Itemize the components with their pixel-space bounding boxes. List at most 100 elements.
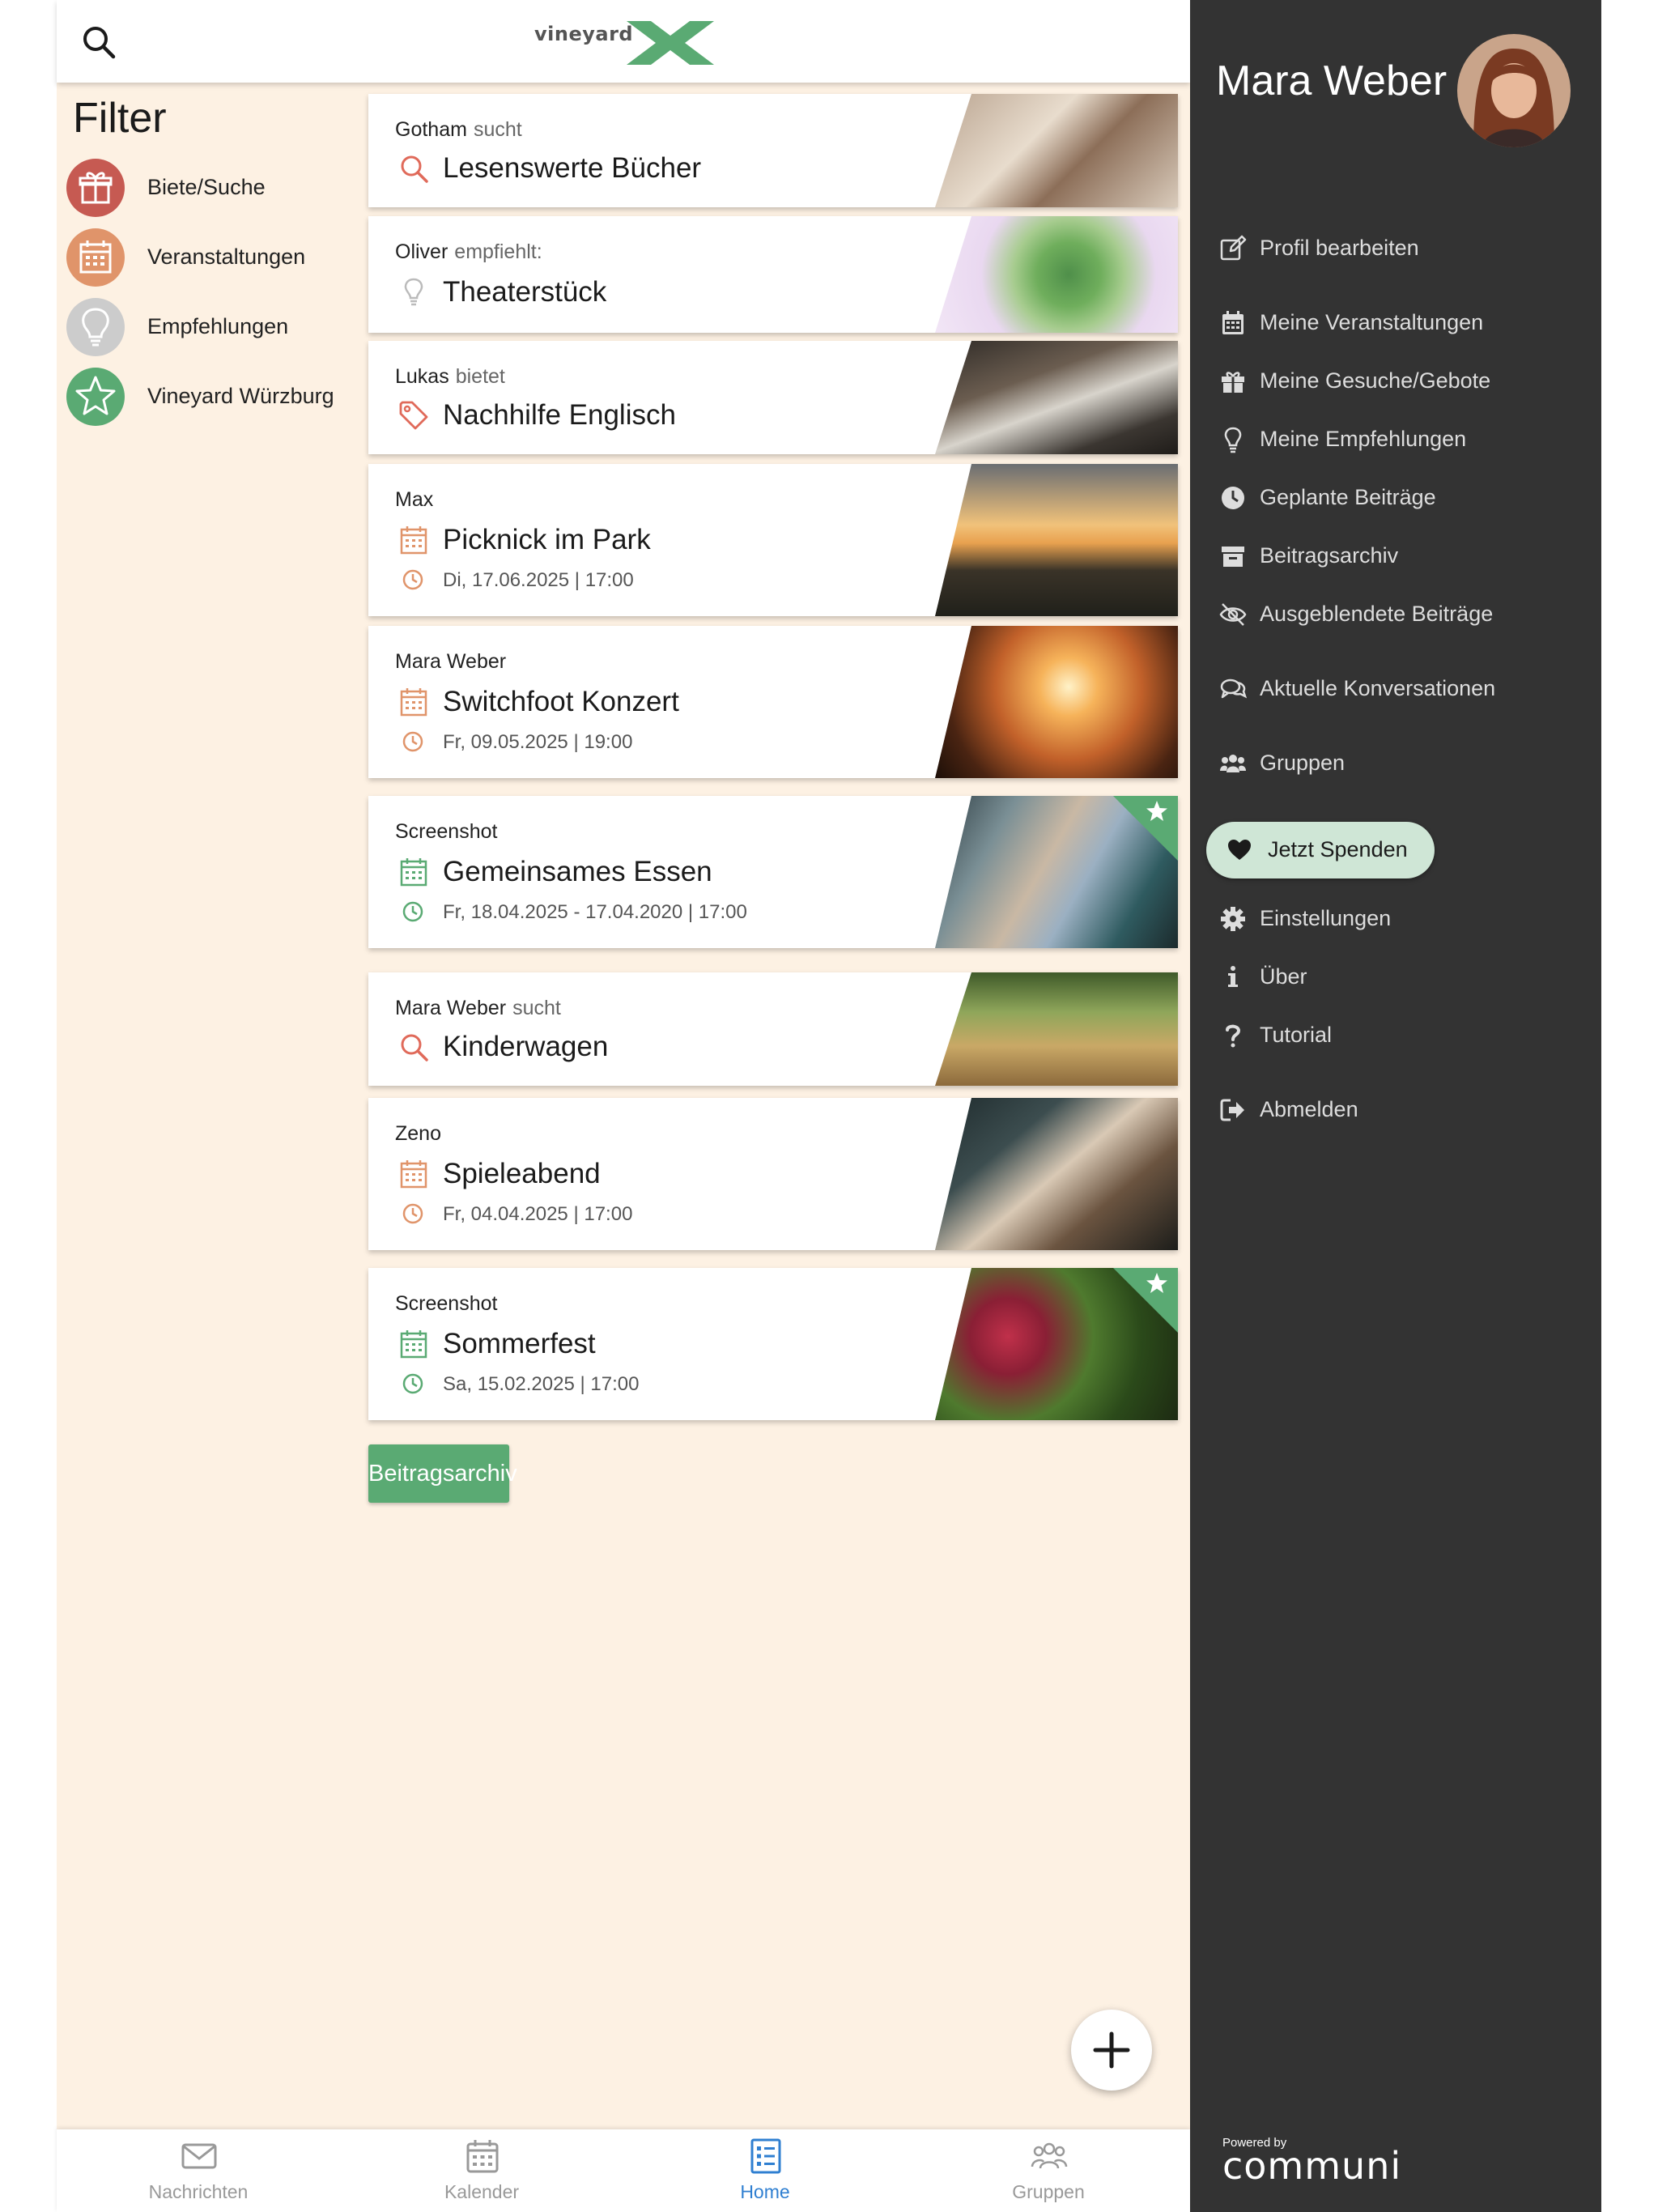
post-author: Max <box>395 488 434 511</box>
post-card[interactable]: Lukas bietet Nachhilfe Englisch <box>368 341 1178 454</box>
post-title: Lesenswerte Bücher <box>443 152 702 184</box>
post-title: Gemeinsames Essen <box>443 856 712 887</box>
donate-label: Jetzt Spenden <box>1268 837 1408 861</box>
donate-button[interactable]: Jetzt Spenden <box>1206 822 1435 878</box>
menu-abmelden[interactable]: Abmelden <box>1219 1090 1575 1130</box>
post-card[interactable]: Screenshot Gemeinsames Essen Fr, 18.04.2… <box>368 796 1178 948</box>
calendar-icon <box>400 1160 427 1189</box>
bottom-navigation: Nachrichten Kalender Home Gruppen <box>57 2129 1190 2212</box>
avatar[interactable] <box>1457 34 1571 147</box>
post-title: Picknick im Park <box>443 524 651 555</box>
star-badge-icon <box>1113 796 1178 861</box>
menu-meine-veranstaltungen[interactable]: Meine Veranstaltungen <box>1219 303 1575 343</box>
nav-gruppen[interactable]: Gruppen <box>907 2129 1190 2212</box>
calendar-icon <box>400 858 427 887</box>
menu-label: Einstellungen <box>1260 906 1392 930</box>
menu-label: Geplante Beiträge <box>1260 485 1436 509</box>
plus-icon <box>1093 2031 1130 2069</box>
post-image-chess <box>935 1098 1178 1250</box>
menu-beitragsarchiv[interactable]: Beitragsarchiv <box>1219 536 1575 576</box>
post-image-book <box>935 94 1178 207</box>
menu-label: Profil bearbeiten <box>1260 236 1419 260</box>
nav-kalender[interactable]: Kalender <box>340 2129 623 2212</box>
calendar-icon <box>400 526 427 555</box>
post-title: Switchfoot Konzert <box>443 686 679 717</box>
side-drawer: Mara Weber Profil bearbeiten Meine Veran… <box>1190 0 1601 2212</box>
nav-nachrichten[interactable]: Nachrichten <box>57 2129 340 2212</box>
menu-meine-empfehlungen[interactable]: Meine Empfehlungen <box>1219 419 1575 460</box>
star-badge-icon <box>1113 1268 1178 1333</box>
heart-icon <box>1228 840 1251 860</box>
menu-aktuelle-konversationen[interactable]: Aktuelle Konversationen <box>1219 669 1575 709</box>
menu-label: Aktuelle Konversationen <box>1260 676 1496 700</box>
gift-icon <box>66 159 125 217</box>
clock-icon <box>402 1203 423 1224</box>
lightbulb-icon <box>66 298 125 356</box>
add-post-button[interactable] <box>1071 2010 1152 2091</box>
menu-tutorial[interactable]: Tutorial <box>1219 1015 1575 1056</box>
lightbulb-icon <box>1224 427 1242 453</box>
post-card[interactable]: Zeno Spieleabend Fr, 04.04.2025 | 17:00 <box>368 1098 1178 1250</box>
filter-label: Empfehlungen <box>147 314 289 338</box>
post-card[interactable]: Oliver empfiehlt: Theaterstück <box>368 216 1178 333</box>
clock-icon <box>402 1373 423 1394</box>
filter-label: Veranstaltungen <box>147 245 306 269</box>
chat-icon <box>1220 678 1247 699</box>
post-card[interactable]: Mara Weber Switchfoot Konzert Fr, 09.05.… <box>368 626 1178 778</box>
menu-label: Ausgeblendete Beiträge <box>1260 602 1494 626</box>
app: vineyard Filter Biete/Suche Veranstaltun… <box>57 0 1601 2212</box>
clock-icon <box>402 569 423 590</box>
nav-label: Home <box>740 2181 790 2202</box>
post-card[interactable]: Screenshot Sommerfest Sa, 15.02.2025 | 1… <box>368 1268 1178 1420</box>
calendar-icon <box>400 688 427 717</box>
post-date: Sa, 15.02.2025 | 17:00 <box>443 1373 640 1395</box>
post-title: Nachhilfe Englisch <box>443 399 676 431</box>
filter-vineyard-wuerzburg[interactable]: Vineyard Würzburg <box>66 368 342 426</box>
filter-veranstaltungen[interactable]: Veranstaltungen <box>66 228 342 287</box>
nav-home[interactable]: Home <box>623 2129 907 2212</box>
menu-gruppen[interactable]: Gruppen <box>1219 743 1575 784</box>
post-card[interactable]: Max Picknick im Park Di, 17.06.2025 | 17… <box>368 464 1178 616</box>
search-button[interactable] <box>79 23 118 62</box>
user-name: Mara Weber <box>1216 57 1448 104</box>
menu-label: Beitragsarchiv <box>1260 543 1399 568</box>
post-title: Kinderwagen <box>443 1031 609 1062</box>
post-image-park-family <box>935 972 1178 1086</box>
post-image-desk <box>935 341 1178 454</box>
logo-text: vineyard <box>534 23 634 45</box>
search-icon <box>401 155 428 183</box>
menu-geplante-beitraege[interactable]: Geplante Beiträge <box>1219 478 1575 518</box>
post-author: Screenshot <box>395 1292 498 1315</box>
menu-ausgeblendete-beitraege[interactable]: Ausgeblendete Beiträge <box>1219 594 1575 635</box>
filter-empfehlungen[interactable]: Empfehlungen <box>66 298 342 356</box>
archive-button[interactable]: Beitragsarchiv <box>368 1444 517 1503</box>
clock-icon <box>1222 487 1244 509</box>
menu-einstellungen[interactable]: Einstellungen <box>1219 899 1575 939</box>
nav-label: Nachrichten <box>148 2181 249 2202</box>
menu-meine-gesuche-gebote[interactable]: Meine Gesuche/Gebote <box>1219 361 1575 402</box>
clock-icon <box>402 901 423 922</box>
post-title: Theaterstück <box>443 276 607 308</box>
users-icon <box>1220 755 1246 772</box>
menu-profil-bearbeiten[interactable]: Profil bearbeiten <box>1219 228 1575 269</box>
post-title: Spieleabend <box>443 1158 601 1189</box>
post-date: Fr, 18.04.2025 - 17.04.2020 | 17:00 <box>443 901 747 923</box>
logout-icon <box>1220 1099 1244 1121</box>
menu-label: Meine Veranstaltungen <box>1260 310 1484 334</box>
nav-label: Gruppen <box>1012 2181 1085 2202</box>
menu-label: Über <box>1260 964 1307 989</box>
menu-label: Tutorial <box>1260 1023 1333 1047</box>
post-date: Di, 17.06.2025 | 17:00 <box>443 569 634 591</box>
main-feed-area: vineyard Filter Biete/Suche Veranstaltun… <box>57 0 1190 2212</box>
people-icon <box>1031 2142 1068 2169</box>
post-card[interactable]: Gotham sucht Lesenswerte Bücher <box>368 94 1178 207</box>
info-icon <box>1228 966 1238 987</box>
calendar-icon <box>1222 311 1244 334</box>
gear-icon <box>1221 907 1245 931</box>
filter-label: Biete/Suche <box>147 175 266 199</box>
filter-biete-suche[interactable]: Biete/Suche <box>66 159 342 217</box>
menu-ueber[interactable]: Über <box>1219 957 1575 998</box>
post-author: Screenshot <box>395 820 498 843</box>
post-author: Lukas bietet <box>395 365 505 388</box>
post-card[interactable]: Mara Weber sucht Kinderwagen <box>368 972 1178 1086</box>
